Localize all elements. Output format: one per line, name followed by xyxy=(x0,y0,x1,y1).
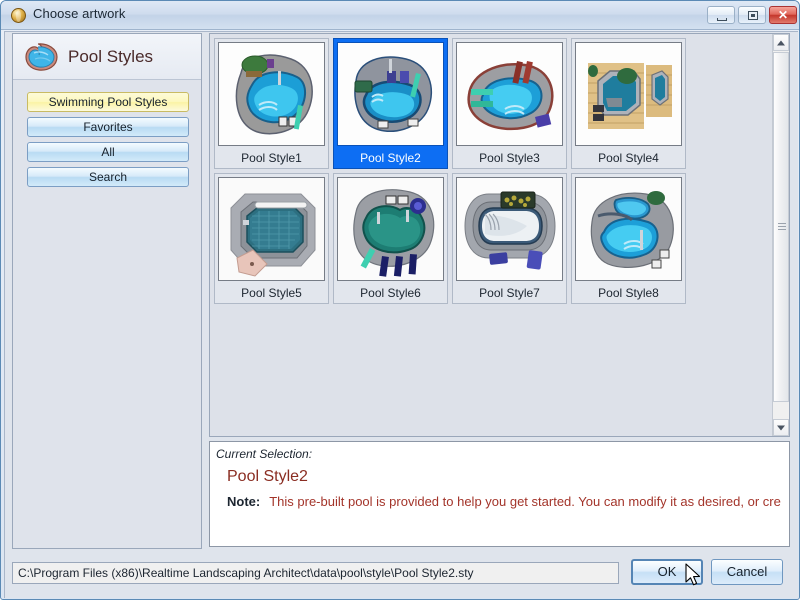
choose-artwork-dialog: Choose artwork ✕ Pool Styles Swimming Po… xyxy=(0,0,800,600)
scroll-down-arrow-icon[interactable] xyxy=(773,419,789,436)
pool-style-thumbnail xyxy=(575,177,682,281)
sidebar-header: Pool Styles xyxy=(13,34,201,80)
gallery-tile-label: Pool Style5 xyxy=(241,286,302,300)
pool-style-thumbnail xyxy=(337,177,444,281)
note-text: This pre-built pool is provided to help … xyxy=(269,494,781,509)
gallery-scrollbar[interactable] xyxy=(772,34,789,436)
selected-file-path[interactable]: C:\Program Files (x86)\Realtime Landscap… xyxy=(12,562,619,584)
sidebar-title: Pool Styles xyxy=(68,47,154,66)
gallery-tile[interactable]: Pool Style1 xyxy=(214,38,329,169)
gallery-tile-label: Pool Style2 xyxy=(360,151,421,165)
gallery-tile[interactable]: Pool Style6 xyxy=(333,173,448,304)
sidebar-item-swimming-pool-styles[interactable]: Swimming Pool Styles xyxy=(27,92,189,112)
gallery-tile[interactable]: Pool Style8 xyxy=(571,173,686,304)
app-globe-icon xyxy=(11,8,26,23)
scrollbar-thumb[interactable] xyxy=(773,52,789,402)
sidebar-panel: Pool Styles Swimming Pool Styles Favorit… xyxy=(12,33,202,549)
cancel-button[interactable]: Cancel xyxy=(711,559,783,585)
note-label: Note: xyxy=(227,494,261,509)
gallery-tile-label: Pool Style1 xyxy=(241,151,302,165)
sidebar-item-all[interactable]: All xyxy=(27,142,189,162)
sidebar-item-favorites[interactable]: Favorites xyxy=(27,117,189,137)
maximize-icon xyxy=(748,11,758,20)
scroll-down-triangle-icon xyxy=(777,425,785,430)
current-selection-panel: Current Selection: Pool Style2 Note: This… xyxy=(209,441,790,547)
close-icon: ✕ xyxy=(777,8,789,22)
gallery-tile-label: Pool Style8 xyxy=(598,286,659,300)
pool-shape-icon xyxy=(24,42,60,72)
pool-style-thumbnail xyxy=(218,177,325,281)
pool-style-thumbnail xyxy=(575,42,682,146)
gallery-tile[interactable]: Pool Style4 xyxy=(571,38,686,169)
gallery-tile-selected[interactable]: Pool Style2 xyxy=(333,38,448,169)
current-selection-note: Note: This pre-built pool is provided to … xyxy=(227,494,789,509)
gallery-tile-label: Pool Style4 xyxy=(598,151,659,165)
gallery-tile[interactable]: Pool Style3 xyxy=(452,38,567,169)
pool-style-thumbnail xyxy=(456,42,563,146)
gallery-tile[interactable]: Pool Style7 xyxy=(452,173,567,304)
minimize-icon xyxy=(717,18,727,21)
window-title: Choose artwork xyxy=(33,6,126,21)
gallery-tiles: Pool Style1 Pool Style2 Pool Style3 Pool… xyxy=(210,34,773,436)
pool-style-thumbnail xyxy=(218,42,325,146)
minimize-button[interactable] xyxy=(707,6,735,24)
scroll-thumb-grip-icon xyxy=(778,223,786,231)
pool-style-thumbnail xyxy=(456,177,563,281)
close-button[interactable]: ✕ xyxy=(769,6,797,24)
gallery-tile-label: Pool Style3 xyxy=(479,151,540,165)
scroll-up-arrow-icon[interactable] xyxy=(773,34,789,51)
maximize-button[interactable] xyxy=(738,6,766,24)
sidebar-item-search[interactable]: Search xyxy=(27,167,189,187)
current-selection-name: Pool Style2 xyxy=(227,468,308,485)
artwork-gallery[interactable]: Pool Style1 Pool Style2 Pool Style3 Pool… xyxy=(209,33,790,437)
gallery-tile-label: Pool Style7 xyxy=(479,286,540,300)
ok-button[interactable]: OK xyxy=(631,559,703,585)
scroll-up-triangle-icon xyxy=(777,40,785,45)
title-bar: Choose artwork ✕ xyxy=(1,1,799,30)
current-selection-caption: Current Selection: xyxy=(216,447,313,461)
gallery-tile[interactable]: Pool Style5 xyxy=(214,173,329,304)
gallery-tile-label: Pool Style6 xyxy=(360,286,421,300)
pool-style-thumbnail xyxy=(337,42,444,146)
